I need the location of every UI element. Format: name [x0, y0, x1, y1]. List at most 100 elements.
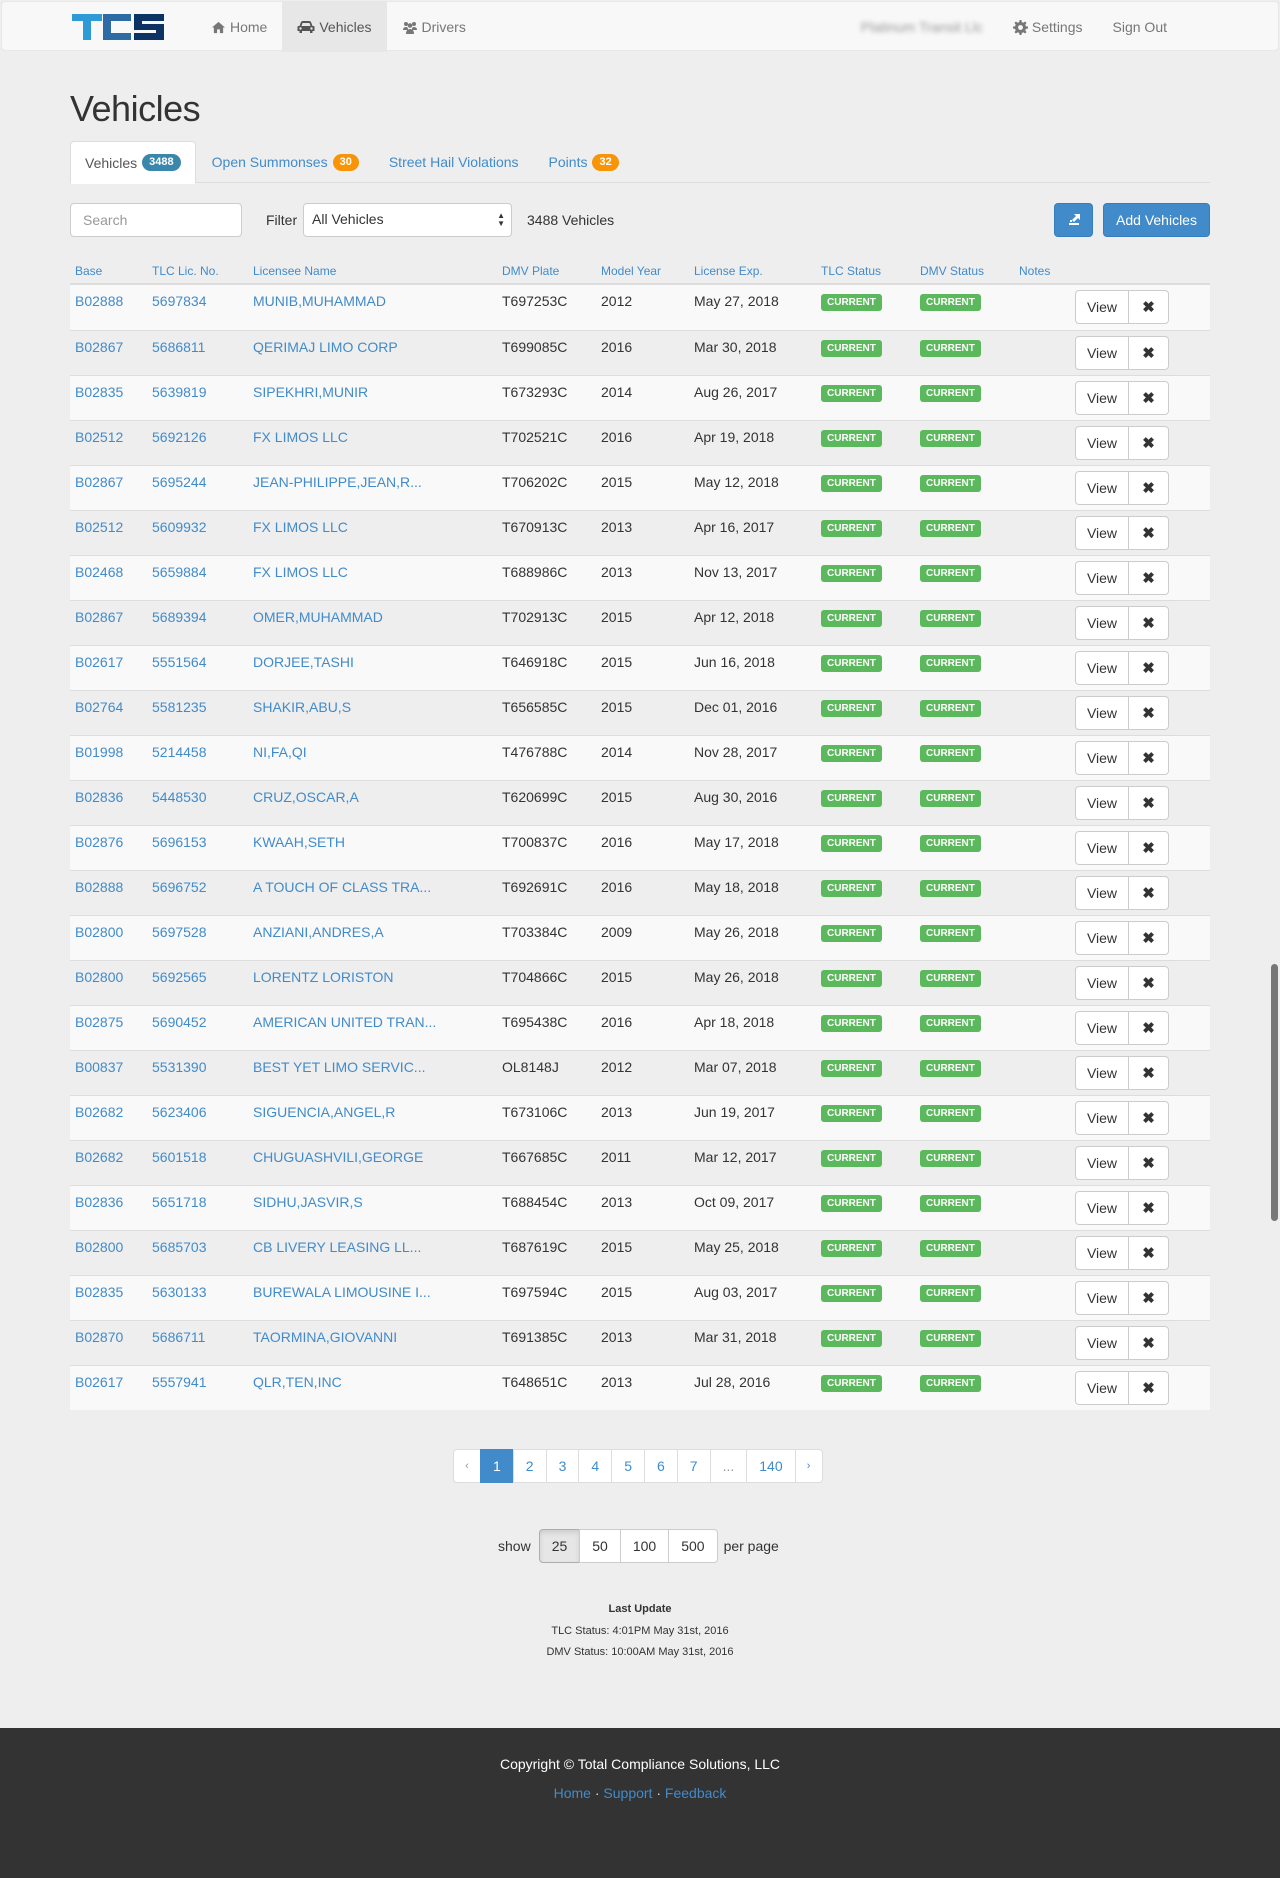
view-button[interactable]: View [1075, 290, 1129, 324]
licensee-name-link[interactable]: NI,FA,QI [253, 744, 307, 760]
view-button[interactable]: View [1075, 561, 1129, 595]
per-page-100[interactable]: 100 [619, 1529, 670, 1563]
tlc-license-link[interactable]: 5692565 [152, 969, 207, 985]
delete-button[interactable]: ✖ [1129, 336, 1169, 370]
delete-button[interactable]: ✖ [1129, 426, 1169, 460]
tlc-license-link[interactable]: 5692126 [152, 429, 207, 445]
licensee-name-link[interactable]: AMERICAN UNITED TRAN... [253, 1014, 436, 1030]
base-link[interactable]: B02512 [75, 429, 123, 445]
nav-home[interactable]: Home [196, 2, 282, 52]
delete-button[interactable]: ✖ [1129, 290, 1169, 324]
tlc-license-link[interactable]: 5696752 [152, 879, 207, 895]
licensee-name-link[interactable]: BEST YET LIMO SERVIC... [253, 1059, 425, 1075]
base-link[interactable]: B02800 [75, 969, 123, 985]
view-button[interactable]: View [1075, 471, 1129, 505]
delete-button[interactable]: ✖ [1129, 1146, 1169, 1180]
delete-button[interactable]: ✖ [1129, 1056, 1169, 1090]
base-link[interactable]: B02835 [75, 1284, 123, 1300]
account-name[interactable]: Platinum Transit Llc [846, 2, 998, 52]
tab-open-summonses[interactable]: Open Summonses 30 [198, 141, 373, 183]
delete-button[interactable]: ✖ [1129, 786, 1169, 820]
tlc-license-link[interactable]: 5659884 [152, 564, 207, 580]
base-link[interactable]: B02888 [75, 293, 123, 309]
nav-drivers[interactable]: Drivers [387, 2, 481, 52]
tab-points[interactable]: Points 32 [535, 141, 633, 183]
delete-button[interactable]: ✖ [1129, 1281, 1169, 1315]
base-link[interactable]: B02875 [75, 1014, 123, 1030]
delete-button[interactable]: ✖ [1129, 1326, 1169, 1360]
tlc-license-link[interactable]: 5696153 [152, 834, 207, 850]
tlc-license-link[interactable]: 5609932 [152, 519, 207, 535]
view-button[interactable]: View [1075, 1056, 1129, 1090]
tlc-license-link[interactable]: 5581235 [152, 699, 207, 715]
tlc-license-link[interactable]: 5689394 [152, 609, 207, 625]
prev-page-button[interactable]: ‹ [453, 1449, 481, 1483]
base-link[interactable]: B02867 [75, 339, 123, 355]
licensee-name-link[interactable]: A TOUCH OF CLASS TRA... [253, 879, 431, 895]
tlc-license-link[interactable]: 5551564 [152, 654, 207, 670]
delete-button[interactable]: ✖ [1129, 606, 1169, 640]
tlc-license-link[interactable]: 5623406 [152, 1104, 207, 1120]
delete-button[interactable]: ✖ [1129, 966, 1169, 1000]
view-button[interactable]: View [1075, 606, 1129, 640]
tlc-license-link[interactable]: 5639819 [152, 384, 207, 400]
base-link[interactable]: B02836 [75, 789, 123, 805]
page-140[interactable]: 140 [746, 1449, 796, 1483]
licensee-name-link[interactable]: JEAN-PHILIPPE,JEAN,R... [253, 474, 422, 490]
licensee-name-link[interactable]: CB LIVERY LEASING LL... [253, 1239, 421, 1255]
view-button[interactable]: View [1075, 1281, 1129, 1315]
page-2[interactable]: 2 [512, 1449, 547, 1483]
licensee-name-link[interactable]: FX LIMOS LLC [253, 564, 348, 580]
view-button[interactable]: View [1075, 921, 1129, 955]
view-button[interactable]: View [1075, 1011, 1129, 1045]
tlc-license-link[interactable]: 5214458 [152, 744, 207, 760]
delete-button[interactable]: ✖ [1129, 1236, 1169, 1270]
base-link[interactable]: B02764 [75, 699, 123, 715]
view-button[interactable]: View [1075, 651, 1129, 685]
delete-button[interactable]: ✖ [1129, 741, 1169, 775]
licensee-name-link[interactable]: OMER,MUHAMMAD [253, 609, 383, 625]
tlc-license-link[interactable]: 5697834 [152, 293, 207, 309]
base-link[interactable]: B02836 [75, 1194, 123, 1210]
view-button[interactable]: View [1075, 336, 1129, 370]
view-button[interactable]: View [1075, 1371, 1129, 1405]
licensee-name-link[interactable]: FX LIMOS LLC [253, 519, 348, 535]
next-page-button[interactable]: › [794, 1449, 823, 1483]
view-button[interactable]: View [1075, 1101, 1129, 1135]
view-button[interactable]: View [1075, 381, 1129, 415]
tcs-logo[interactable] [72, 12, 164, 42]
licensee-name-link[interactable]: FX LIMOS LLC [253, 429, 348, 445]
licensee-name-link[interactable]: QERIMAJ LIMO CORP [253, 339, 398, 355]
delete-button[interactable]: ✖ [1129, 696, 1169, 730]
base-link[interactable]: B02876 [75, 834, 123, 850]
base-link[interactable]: B02682 [75, 1104, 123, 1120]
view-button[interactable]: View [1075, 831, 1129, 865]
header-licensee-name[interactable]: Licensee Name [253, 264, 336, 278]
base-link[interactable]: B02888 [75, 879, 123, 895]
licensee-name-link[interactable]: BUREWALA LIMOUSINE I... [253, 1284, 431, 1300]
tab-vehicles[interactable]: Vehicles 3488 [70, 141, 196, 184]
base-link[interactable]: B02800 [75, 1239, 123, 1255]
footer-link-feedback[interactable]: Feedback [665, 1785, 726, 1801]
delete-button[interactable]: ✖ [1129, 876, 1169, 910]
header-dmv-status[interactable]: DMV Status [920, 264, 984, 278]
delete-button[interactable]: ✖ [1129, 471, 1169, 505]
base-link[interactable]: B02512 [75, 519, 123, 535]
tlc-license-link[interactable]: 5697528 [152, 924, 207, 940]
licensee-name-link[interactable]: CHUGUASHVILI,GEORGE [253, 1149, 423, 1165]
licensee-name-link[interactable]: TAORMINA,GIOVANNI [253, 1329, 397, 1345]
per-page-25[interactable]: 25 [538, 1529, 581, 1563]
view-button[interactable]: View [1075, 966, 1129, 1000]
base-link[interactable]: B02867 [75, 609, 123, 625]
base-link[interactable]: B00837 [75, 1059, 123, 1075]
view-button[interactable]: View [1075, 1326, 1129, 1360]
tlc-license-link[interactable]: 5651718 [152, 1194, 207, 1210]
base-link[interactable]: B02870 [75, 1329, 123, 1345]
licensee-name-link[interactable]: DORJEE,TASHI [253, 654, 354, 670]
delete-button[interactable]: ✖ [1129, 651, 1169, 685]
tlc-license-link[interactable]: 5695244 [152, 474, 207, 490]
view-button[interactable]: View [1075, 1146, 1129, 1180]
per-page-500[interactable]: 500 [668, 1529, 718, 1563]
header-tlc-status[interactable]: TLC Status [821, 264, 881, 278]
per-page-50[interactable]: 50 [579, 1529, 621, 1563]
